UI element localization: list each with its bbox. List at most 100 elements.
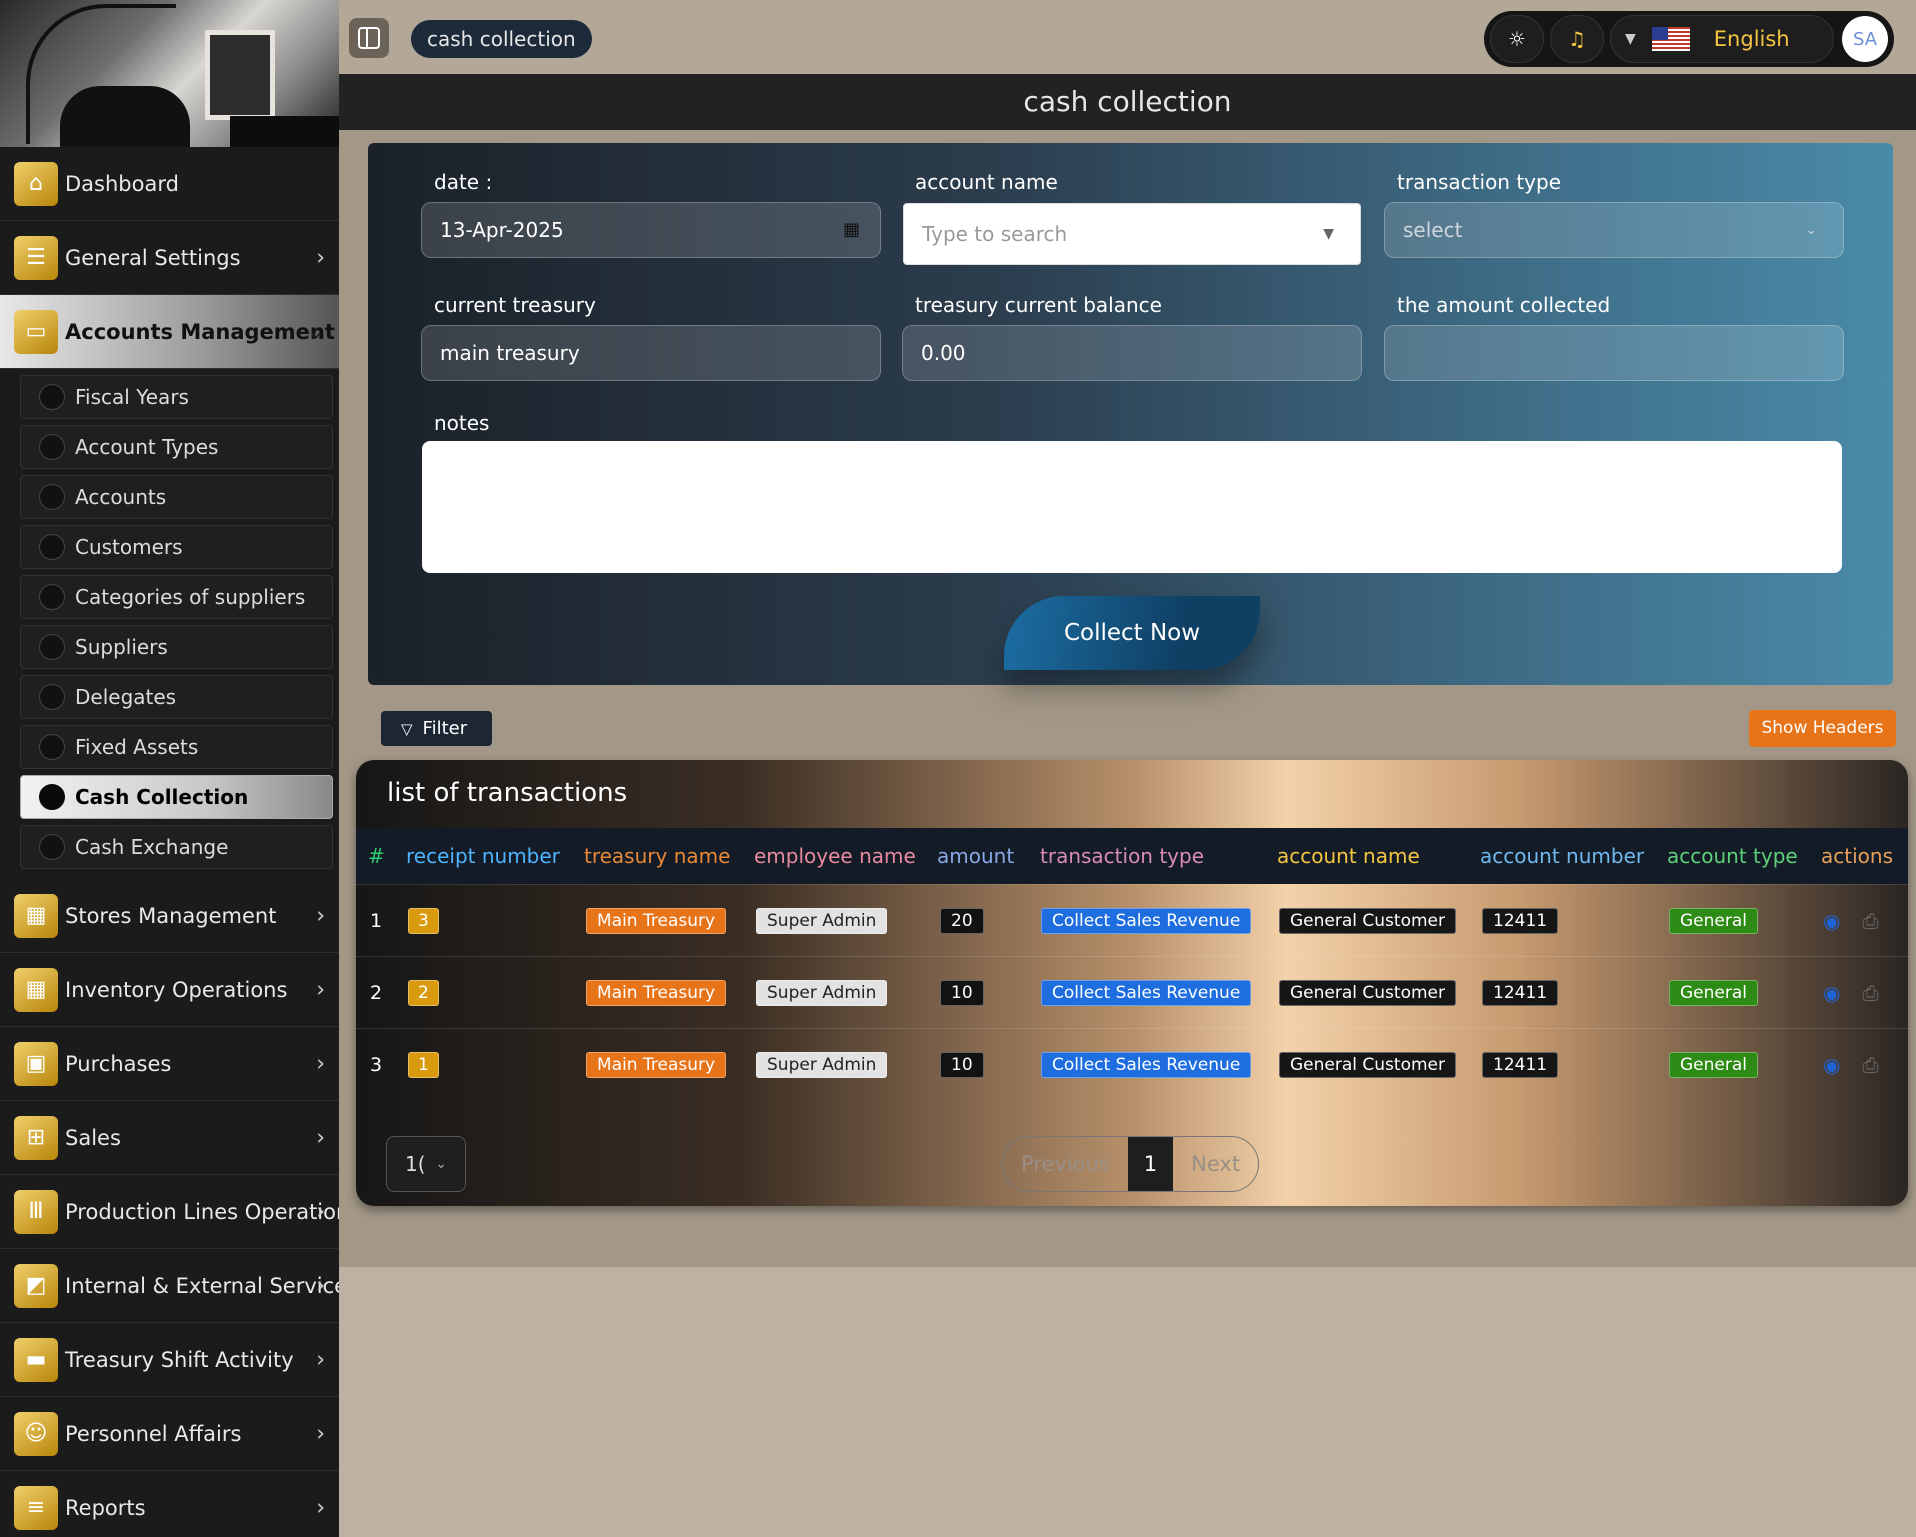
column-header-transaction-type[interactable]: transaction type [1040, 828, 1204, 884]
current-treasury-label: current treasury [434, 293, 596, 317]
column-header-account-number[interactable]: account number [1480, 828, 1644, 884]
service-icon: ◩ [14, 1263, 58, 1308]
sidebar-item-label: Reports [65, 1495, 146, 1520]
breadcrumb[interactable]: cash collection [411, 20, 592, 58]
submenu-item-customers[interactable]: Customers [20, 525, 333, 569]
account-number-badge: 12411 [1482, 908, 1559, 934]
notes-textarea[interactable] [422, 441, 1842, 573]
date-input[interactable]: 13-Apr-2025 ▦ [421, 202, 881, 258]
caret-down-icon: ▼ [1323, 226, 1334, 242]
print-icon[interactable]: ⎙ [1862, 909, 1878, 933]
submenu-item-account-types[interactable]: Account Types [20, 425, 333, 469]
submenu-item-label: Fiscal Years [75, 385, 189, 409]
submenu-item-suppliers[interactable]: Suppliers [20, 625, 333, 669]
sliders-icon: ☰ [14, 235, 58, 280]
bullet-icon [39, 584, 65, 610]
transaction-type-badge: Collect Sales Revenue [1041, 1052, 1252, 1078]
sidebar-item-accounts-management[interactable]: ▭ Accounts Management ⌄ [0, 295, 339, 369]
account-name-placeholder: Type to search [922, 222, 1068, 246]
account-type-badge: General [1669, 908, 1758, 934]
chevron-right-icon: › [316, 903, 325, 928]
avatar[interactable]: SA [1842, 16, 1888, 62]
wallet-icon: ▭ [14, 309, 58, 354]
submenu-item-label: Delegates [75, 685, 177, 709]
show-headers-button[interactable]: Show Headers [1749, 710, 1896, 747]
sidebar-item-dashboard[interactable]: ⌂ Dashboard [0, 147, 339, 221]
submenu-item-label: Accounts [75, 485, 167, 509]
submenu-item-fixed-assets[interactable]: Fixed Assets [20, 725, 333, 769]
column-header-account-type[interactable]: account type [1667, 828, 1798, 884]
receipt-number-badge: 3 [408, 908, 439, 934]
sidebar-item-label: Inventory Operations [65, 977, 288, 1002]
chevron-right-icon: › [316, 1495, 325, 1520]
column-header-index[interactable]: # [368, 828, 385, 884]
column-header-treasury-name[interactable]: treasury name [584, 828, 730, 884]
submenu-item-label: Suppliers [75, 635, 168, 659]
theme-toggle-button[interactable]: ☼ [1490, 15, 1544, 63]
notes-label: notes [434, 411, 490, 435]
notifications-button[interactable]: ♫ [1550, 15, 1604, 63]
chevron-down-icon: ⌄ [1805, 222, 1817, 238]
account-name-select[interactable]: Type to search ▼ [903, 203, 1361, 265]
sidebar-toggle-button[interactable] [349, 18, 389, 58]
sidebar-item-reports[interactable]: ≡ Reports › [0, 1471, 339, 1537]
current-treasury-field[interactable]: main treasury [421, 325, 881, 381]
sidebar-item-label: Production Lines Operations [65, 1199, 339, 1224]
column-header-account-name[interactable]: account name [1277, 828, 1420, 884]
sidebar-item-production-lines-operations[interactable]: Ⅲ Production Lines Operations › [0, 1175, 339, 1249]
submenu-item-delegates[interactable]: Delegates [20, 675, 333, 719]
row-index: 3 [370, 1054, 383, 1076]
amount-collected-label: the amount collected [1397, 293, 1611, 317]
submenu-item-cash-collection[interactable]: Cash Collection [20, 775, 333, 819]
chevron-right-icon: › [316, 1051, 325, 1076]
receipt-number-badge: 1 [408, 1052, 439, 1078]
column-header-amount[interactable]: amount [937, 828, 1014, 884]
transaction-type-select[interactable]: select ⌄ [1384, 202, 1844, 258]
submenu-item-accounts[interactable]: Accounts [20, 475, 333, 519]
column-header-employee-name[interactable]: employee name [754, 828, 916, 884]
sidebar-item-inventory-operations[interactable]: ▦ Inventory Operations › [0, 953, 339, 1027]
submenu-item-categories-of-suppliers[interactable]: Categories of suppliers [20, 575, 333, 619]
sidebar-toggle-icon [358, 27, 380, 49]
sidebar-item-label: Internal & External Services [65, 1273, 339, 1298]
sidebar-item-general-settings[interactable]: ☰ General Settings › [0, 221, 339, 295]
chevron-right-icon: › [316, 1199, 325, 1224]
next-page-button[interactable]: Next [1173, 1137, 1258, 1191]
submenu-item-cash-exchange[interactable]: Cash Exchange [20, 825, 333, 869]
table-row: 3 1 Main Treasury Super Admin 10 Collect… [356, 1028, 1908, 1100]
table-row: 1 3 Main Treasury Super Admin 20 Collect… [356, 884, 1908, 956]
chevron-right-icon: › [316, 977, 325, 1002]
account-number-badge: 12411 [1482, 1052, 1559, 1078]
submenu-item-fiscal-years[interactable]: Fiscal Years [20, 375, 333, 419]
us-flag-icon [1651, 27, 1690, 51]
view-eye-icon[interactable]: ◉ [1823, 981, 1840, 1005]
sidebar-item-purchases[interactable]: ▣ Purchases › [0, 1027, 339, 1101]
submenu-item-label: Cash Exchange [75, 835, 229, 859]
collect-now-button[interactable]: Collect Now [1004, 596, 1260, 670]
sidebar-item-sales[interactable]: ⊞ Sales › [0, 1101, 339, 1175]
sidebar-item-label: General Settings [65, 245, 241, 270]
page-number-button[interactable]: 1 [1127, 1137, 1174, 1191]
language-selector[interactable]: ▼ English [1610, 15, 1834, 63]
filter-button[interactable]: ▽ Filter [381, 711, 492, 746]
sidebar-item-personnel-affairs[interactable]: ☺ Personnel Affairs › [0, 1397, 339, 1471]
amount-collected-input[interactable] [1384, 325, 1844, 381]
column-header-actions[interactable]: actions [1821, 828, 1893, 884]
view-eye-icon[interactable]: ◉ [1823, 909, 1840, 933]
sidebar-item-treasury-shift-activity[interactable]: ▬ Treasury Shift Activity › [0, 1323, 339, 1397]
column-header-receipt-number[interactable]: receipt number [406, 828, 560, 884]
sidebar-item-stores-management[interactable]: ▦ Stores Management › [0, 879, 339, 953]
picture-frame-graphic [205, 30, 275, 120]
print-icon[interactable]: ⎙ [1862, 981, 1878, 1005]
treasury-balance-field[interactable]: 0.00 [902, 325, 1362, 381]
transaction-type-badge: Collect Sales Revenue [1041, 908, 1252, 934]
print-icon[interactable]: ⎙ [1862, 1053, 1878, 1077]
bullet-icon [39, 634, 65, 660]
sidebar-item-internal-external-services[interactable]: ◩ Internal & External Services › [0, 1249, 339, 1323]
previous-page-button[interactable]: Previous [1003, 1137, 1128, 1191]
calendar-icon[interactable]: ▦ [843, 203, 860, 257]
page-title: cash collection [339, 74, 1916, 130]
rows-per-page-select[interactable]: 1( ⌄ [386, 1136, 466, 1192]
submenu-item-label: Customers [75, 535, 183, 559]
view-eye-icon[interactable]: ◉ [1823, 1053, 1840, 1077]
